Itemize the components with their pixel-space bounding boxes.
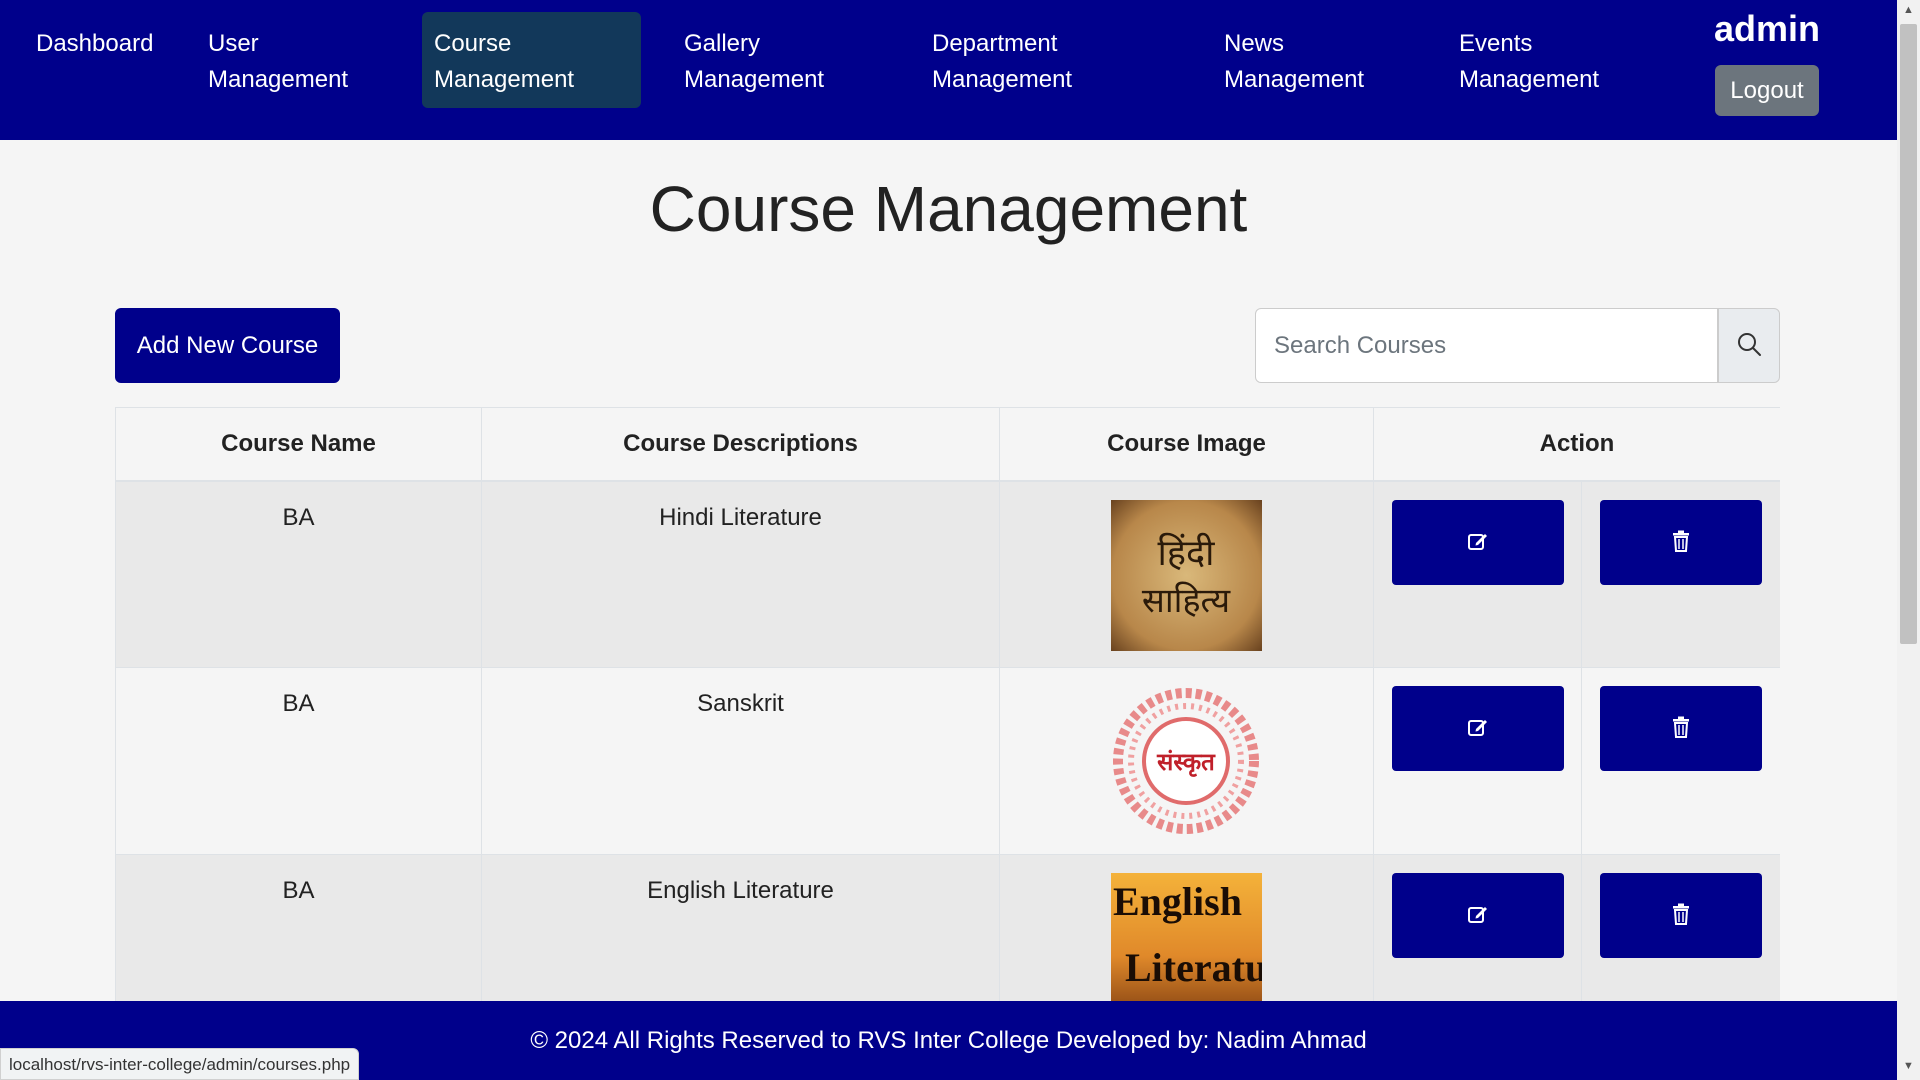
course-description-cell: English Literature bbox=[481, 854, 1000, 1001]
header-action: Action bbox=[1372, 407, 1780, 482]
edit-cell bbox=[1373, 480, 1582, 668]
nav-gallery-management[interactable]: Gallery Management bbox=[672, 12, 836, 108]
trash-icon bbox=[1671, 530, 1691, 555]
add-new-course-button[interactable]: Add New Course bbox=[115, 308, 340, 383]
delete-cell bbox=[1580, 854, 1780, 1001]
trash-icon bbox=[1671, 716, 1691, 741]
nav-user-management[interactable]: User Management bbox=[196, 12, 360, 108]
table-row: BA Hindi Literature हिंदी साहित्य bbox=[115, 480, 1780, 668]
nav-events-management-label-2: Management bbox=[1459, 66, 1600, 93]
trash-icon bbox=[1671, 903, 1691, 928]
edit-icon bbox=[1466, 715, 1490, 742]
course-image-english-literature: English Literature bbox=[1111, 873, 1262, 1001]
course-image-cell: English Literature bbox=[999, 854, 1374, 1001]
svg-text:English: English bbox=[1113, 879, 1242, 924]
nav-user-management-label-2: Management bbox=[208, 66, 349, 93]
nav-dashboard-label: Dashboard bbox=[36, 30, 154, 57]
nav-events-management[interactable]: Events Management bbox=[1447, 12, 1611, 108]
header-course-image: Course Image bbox=[999, 407, 1374, 482]
course-image-sanskrit: संस्कृत bbox=[1113, 688, 1259, 834]
nav-news-management[interactable]: News Management bbox=[1212, 12, 1376, 108]
edit-cell bbox=[1373, 854, 1582, 1001]
delete-button[interactable] bbox=[1600, 873, 1762, 958]
nav-gallery-management-label-2: Management bbox=[684, 66, 825, 93]
course-description-cell: Sanskrit bbox=[481, 667, 1000, 855]
edit-icon bbox=[1466, 529, 1490, 556]
scroll-up-arrow-icon[interactable]: ▲ bbox=[1897, 4, 1920, 20]
nav-department-management[interactable]: Department Management bbox=[920, 12, 1084, 108]
table-row: BA English Literature English Literatu bbox=[115, 854, 1780, 1001]
search-icon bbox=[1736, 331, 1762, 360]
delete-button[interactable] bbox=[1600, 499, 1762, 585]
nav-department-management-label-2: Management bbox=[932, 66, 1073, 93]
table-row: BA Sanskrit संस्कृत bbox=[115, 667, 1780, 855]
search-courses-input[interactable] bbox=[1255, 308, 1718, 383]
nav-course-management-label-1: Course bbox=[434, 30, 512, 57]
footer-copyright: © 2024 All Rights Reserved to RVS Inter … bbox=[530, 1026, 1367, 1054]
edit-icon bbox=[1466, 902, 1490, 929]
nav-department-management-label-1: Department bbox=[932, 30, 1058, 57]
scroll-down-arrow-icon[interactable]: ▼ bbox=[1897, 1060, 1920, 1076]
course-image-cell: हिंदी साहित्य bbox=[999, 480, 1374, 668]
nav-news-management-label-1: News bbox=[1224, 30, 1285, 57]
svg-text:संस्कृत: संस्कृत bbox=[1156, 748, 1216, 777]
delete-cell bbox=[1580, 667, 1780, 855]
table-header-row: Course Name Course Descriptions Course I… bbox=[115, 407, 1780, 482]
search-button[interactable] bbox=[1718, 308, 1780, 383]
svg-text:हिंदी: हिंदी bbox=[1158, 532, 1216, 574]
course-name-cell: BA bbox=[115, 667, 482, 855]
course-name-cell: BA bbox=[115, 480, 482, 668]
nav-events-management-label-1: Events bbox=[1459, 30, 1533, 57]
nav-course-management[interactable]: Course Management bbox=[422, 12, 641, 108]
nav-gallery-management-label-1: Gallery bbox=[684, 30, 761, 57]
status-bar-url: localhost/rvs-inter-college/admin/course… bbox=[0, 1048, 360, 1080]
nav-user-management-label-1: User bbox=[208, 30, 259, 57]
edit-button[interactable] bbox=[1391, 499, 1564, 585]
page-scrollbar[interactable]: ▲ ▼ bbox=[1897, 0, 1920, 1080]
delete-button[interactable] bbox=[1600, 686, 1762, 771]
course-image-cell: संस्कृत bbox=[999, 667, 1374, 855]
edit-button[interactable] bbox=[1391, 873, 1564, 958]
nav-news-management-label-2: Management bbox=[1224, 66, 1365, 93]
logout-button[interactable]: Logout bbox=[1715, 65, 1819, 116]
courses-table: Course Name Course Descriptions Course I… bbox=[115, 407, 1780, 1001]
courses-table-container: Course Name Course Descriptions Course I… bbox=[115, 407, 1780, 1001]
header-course-name: Course Name bbox=[115, 407, 482, 482]
course-description-cell: Hindi Literature bbox=[481, 480, 1000, 668]
header-course-descriptions: Course Descriptions bbox=[481, 407, 1000, 482]
nav-dashboard[interactable]: Dashboard bbox=[24, 12, 165, 108]
course-name-cell: BA bbox=[115, 854, 482, 1001]
svg-text:साहित्य: साहित्य bbox=[1142, 581, 1232, 621]
top-navbar: Dashboard User Management Course Managem… bbox=[0, 0, 1897, 140]
edit-button[interactable] bbox=[1391, 686, 1564, 771]
page-title: Course Management bbox=[649, 173, 1248, 245]
admin-username: admin bbox=[1714, 8, 1821, 49]
edit-cell bbox=[1373, 667, 1582, 855]
svg-text:Literature: Literature bbox=[1125, 945, 1262, 990]
course-image-hindi-literature: हिंदी साहित्य bbox=[1111, 499, 1262, 651]
delete-cell bbox=[1580, 480, 1780, 668]
nav-course-management-label-2: Management bbox=[434, 66, 575, 93]
scrollbar-thumb[interactable] bbox=[1900, 24, 1917, 644]
